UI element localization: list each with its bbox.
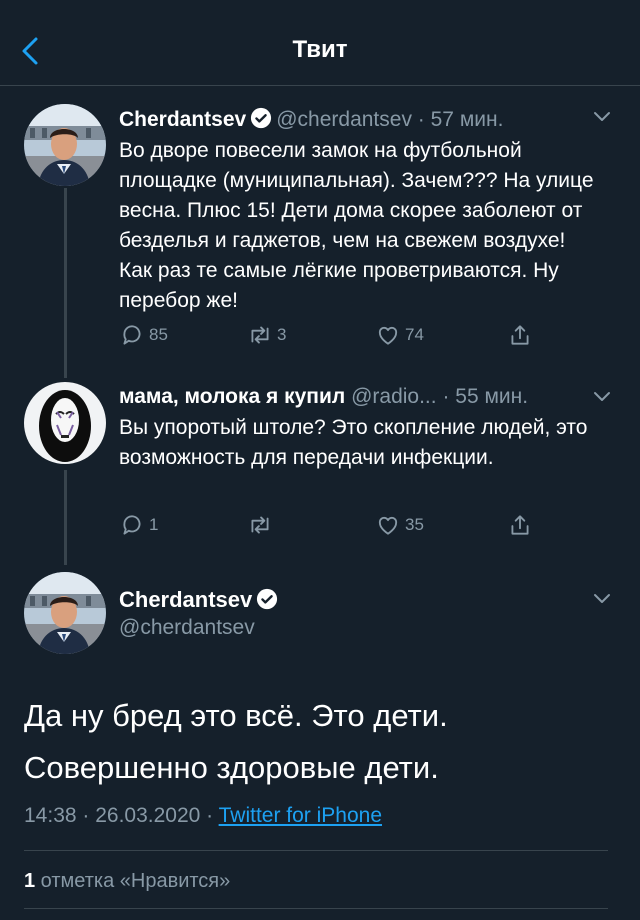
author-handle[interactable]: @cherdantsev bbox=[119, 616, 255, 640]
likes-count: 1 bbox=[24, 870, 36, 892]
divider bbox=[24, 850, 608, 851]
share-icon bbox=[507, 322, 533, 348]
avatar[interactable] bbox=[24, 382, 106, 464]
like-icon bbox=[375, 512, 401, 538]
thread-line bbox=[64, 470, 67, 565]
share-icon bbox=[507, 512, 533, 538]
share-button[interactable] bbox=[507, 512, 533, 538]
reply-count: 1 bbox=[149, 515, 159, 534]
share-button[interactable] bbox=[507, 322, 533, 348]
retweet-icon bbox=[247, 512, 273, 538]
reply-count: 85 bbox=[149, 325, 168, 344]
likes-label: отметка «Нравится» bbox=[35, 870, 231, 892]
reply-icon bbox=[119, 322, 145, 348]
tweet-text: Да ну бред это всё. Это дети. Совершенно… bbox=[24, 698, 448, 785]
like-count: 74 bbox=[405, 325, 424, 344]
author-name[interactable]: Cherdantsev bbox=[119, 108, 246, 131]
divider bbox=[24, 908, 608, 909]
tweet-text: Вы упоротый штоле? Это скопление людей, … bbox=[119, 416, 588, 469]
reply-icon bbox=[119, 512, 145, 538]
chevron-down-icon[interactable] bbox=[592, 110, 612, 124]
thread-line bbox=[64, 188, 67, 378]
like-button[interactable]: 74 bbox=[375, 322, 424, 348]
tweet-header: мама, молока я купил @radio... · 55 мин. bbox=[119, 385, 528, 409]
like-icon bbox=[375, 322, 401, 348]
retweet-button[interactable] bbox=[247, 512, 277, 538]
verified-icon bbox=[250, 107, 272, 129]
like-count: 35 bbox=[405, 515, 424, 534]
avatar[interactable] bbox=[24, 572, 106, 654]
tweet-actions: 1 35 bbox=[119, 512, 539, 542]
tweet-time: · 55 мин. bbox=[442, 385, 529, 408]
reply-button[interactable]: 1 bbox=[119, 512, 158, 538]
author-handle[interactable]: @cherdantsev bbox=[276, 108, 412, 131]
chevron-down-icon[interactable] bbox=[592, 390, 612, 404]
tweet-actions: 85 3 74 bbox=[119, 322, 539, 352]
retweet-button[interactable]: 3 bbox=[247, 322, 286, 348]
retweet-icon bbox=[247, 322, 273, 348]
tweet-time: · 57 мин. bbox=[417, 108, 504, 131]
tweet-header: Cherdantsev @cherdantsev · 57 мин. bbox=[119, 107, 503, 132]
author-handle[interactable]: @radio... bbox=[351, 385, 437, 408]
author-name-text: Cherdantsev bbox=[119, 587, 253, 612]
like-button[interactable]: 35 bbox=[375, 512, 424, 538]
author-name[interactable]: Cherdantsev bbox=[119, 587, 282, 613]
top-bar: Твит bbox=[0, 0, 640, 86]
author-name[interactable]: мама, молока я купил bbox=[119, 385, 345, 408]
tweet-text: Во дворе повесели замок на футбольной пл… bbox=[119, 139, 594, 312]
avatar[interactable] bbox=[24, 104, 106, 186]
verified-icon bbox=[256, 588, 278, 610]
chevron-down-icon[interactable] bbox=[592, 592, 612, 606]
tweet-timestamp: 14:38 · 26.03.2020 · bbox=[24, 804, 219, 827]
reply-button[interactable]: 85 bbox=[119, 322, 168, 348]
likes-summary[interactable]: 1 отметка «Нравится» bbox=[24, 870, 230, 893]
tweet-source-link[interactable]: Twitter for iPhone bbox=[219, 804, 382, 827]
page-title: Твит bbox=[292, 36, 348, 63]
retweet-count: 3 bbox=[277, 325, 287, 344]
tweet-meta: 14:38 · 26.03.2020 · Twitter for iPhone bbox=[24, 804, 382, 828]
